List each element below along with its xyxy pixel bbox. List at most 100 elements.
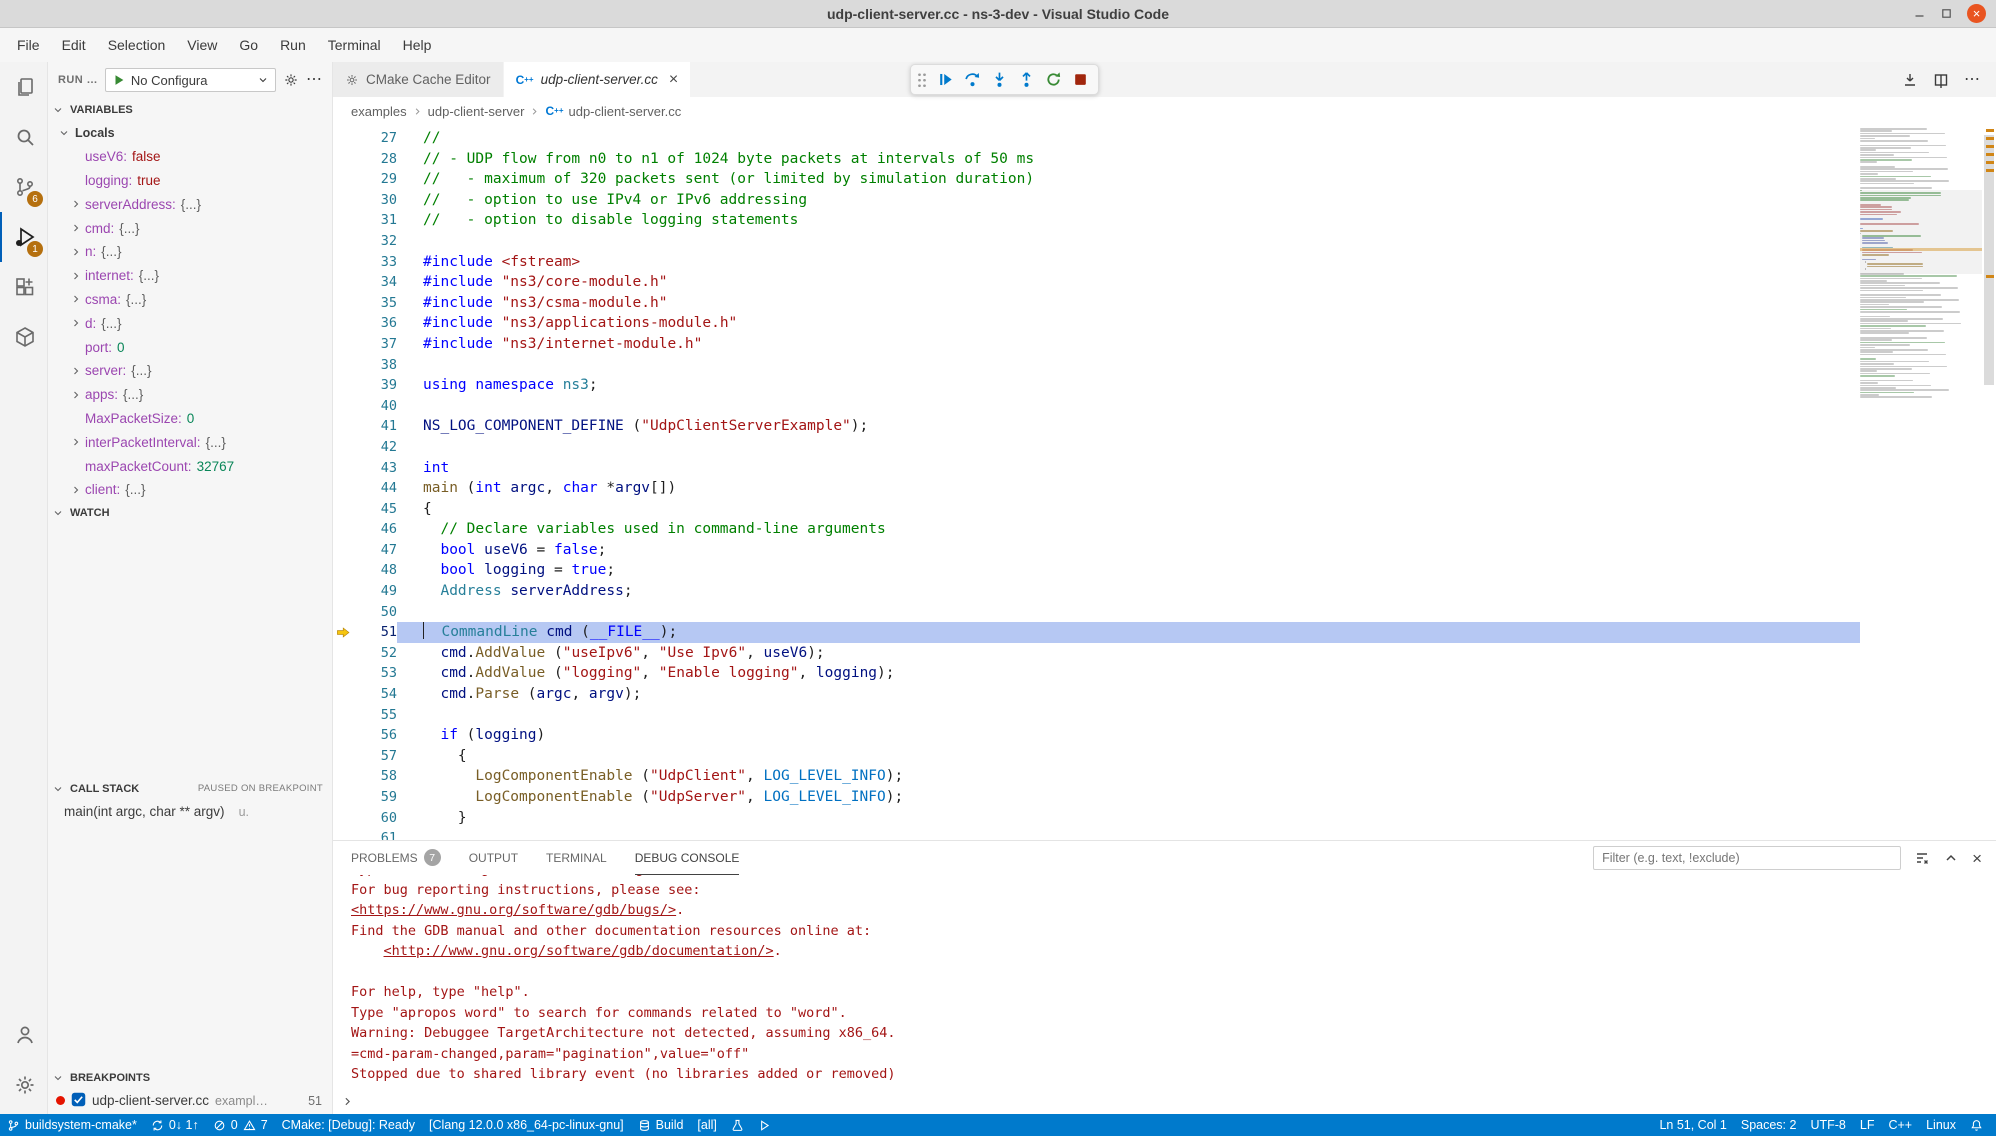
- line-number[interactable]: 39: [357, 375, 397, 396]
- gutter-glyph-margin[interactable]: [333, 560, 357, 581]
- gutter-glyph-margin[interactable]: [333, 478, 357, 499]
- line-number[interactable]: 52: [357, 643, 397, 664]
- tab-udp-client-server-cc[interactable]: C++udp-client-server.cc×: [504, 62, 692, 97]
- gutter-glyph-margin[interactable]: [333, 416, 357, 437]
- menu-item-terminal[interactable]: Terminal: [317, 28, 392, 62]
- panel-tab-debug-console[interactable]: DEBUG CONSOLE: [635, 841, 740, 875]
- close-icon[interactable]: ×: [1967, 4, 1986, 23]
- status-cmake-kit[interactable]: [Clang 12.0.0 x86_64-pc-linux-gnu]: [422, 1114, 631, 1136]
- code-line-34[interactable]: 34#include "ns3/core-module.h": [333, 272, 1860, 293]
- code-line-47[interactable]: 47 bool useV6 = false;: [333, 540, 1860, 561]
- line-number[interactable]: 56: [357, 725, 397, 746]
- status-cmake-build[interactable]: Build: [631, 1114, 691, 1136]
- more-actions-icon[interactable]: ⋯: [306, 72, 322, 88]
- code-line-35[interactable]: 35#include "ns3/csma-module.h": [333, 293, 1860, 314]
- gutter-glyph-margin[interactable]: [333, 458, 357, 479]
- menu-item-edit[interactable]: Edit: [51, 28, 97, 62]
- activity-bar-item-search[interactable]: [0, 112, 47, 162]
- variable-logging[interactable]: logging:true: [48, 169, 332, 193]
- clear-console-icon[interactable]: [1914, 850, 1930, 866]
- more-editor-actions-icon[interactable]: ⋯: [1964, 72, 1980, 88]
- code-line-44[interactable]: 44main (int argc, char *argv[]): [333, 478, 1860, 499]
- stack-frame[interactable]: main(int argc, char ** argv) u.: [48, 800, 332, 824]
- breadcrumb-item[interactable]: udp-client-server: [428, 104, 525, 119]
- status-cursor-position[interactable]: Ln 51, Col 1: [1652, 1114, 1733, 1136]
- gutter-glyph-margin[interactable]: [333, 746, 357, 767]
- split-editor-icon[interactable]: [1933, 72, 1949, 88]
- variables-scope-locals[interactable]: Locals: [48, 121, 332, 145]
- code-line-31[interactable]: 31// - option to disable logging stateme…: [333, 210, 1860, 231]
- code-line-51[interactable]: 51 CommandLine cmd (__FILE__);: [333, 622, 1860, 643]
- code-line-53[interactable]: 53 cmd.AddValue ("logging", "Enable logg…: [333, 663, 1860, 684]
- status-encoding[interactable]: UTF-8: [1803, 1114, 1852, 1136]
- gutter-glyph-margin[interactable]: [333, 519, 357, 540]
- line-number[interactable]: 50: [357, 602, 397, 623]
- code-line-54[interactable]: 54 cmd.Parse (argc, argv);: [333, 684, 1860, 705]
- step-into-button[interactable]: [987, 68, 1011, 92]
- line-number[interactable]: 41: [357, 416, 397, 437]
- toolbar-grip-handle[interactable]: [917, 72, 927, 88]
- code-line-39[interactable]: 39using namespace ns3;: [333, 375, 1860, 396]
- variable-interPacketInterval[interactable]: interPacketInterval:{...}: [48, 430, 332, 454]
- activity-bar-item-extensions[interactable]: [0, 262, 47, 312]
- variable-csma[interactable]: csma:{...}: [48, 288, 332, 312]
- line-number[interactable]: 29: [357, 169, 397, 190]
- variable-MaxPacketSize[interactable]: MaxPacketSize:0: [48, 407, 332, 431]
- gutter-glyph-margin[interactable]: [333, 808, 357, 829]
- line-number[interactable]: 57: [357, 746, 397, 767]
- scrollbar-thumb[interactable]: [1984, 135, 1994, 385]
- gutter-glyph-margin[interactable]: [333, 643, 357, 664]
- gutter-glyph-margin[interactable]: [333, 766, 357, 787]
- gutter-glyph-margin[interactable]: [333, 787, 357, 808]
- code-line-58[interactable]: 58 LogComponentEnable ("UdpClient", LOG_…: [333, 766, 1860, 787]
- line-number[interactable]: 59: [357, 787, 397, 808]
- gutter-glyph-margin[interactable]: [333, 540, 357, 561]
- status-eol[interactable]: LF: [1853, 1114, 1882, 1136]
- activity-bar-item-explorer[interactable]: [0, 62, 47, 112]
- code-line-30[interactable]: 30// - option to use IPv4 or IPv6 addres…: [333, 190, 1860, 211]
- line-number[interactable]: 55: [357, 705, 397, 726]
- code-line-37[interactable]: 37#include "ns3/internet-module.h": [333, 334, 1860, 355]
- step-out-button[interactable]: [1014, 68, 1038, 92]
- gutter-glyph-margin[interactable]: [333, 437, 357, 458]
- code-line-61[interactable]: 61: [333, 828, 1860, 840]
- line-number[interactable]: 38: [357, 355, 397, 376]
- variable-client[interactable]: client:{...}: [48, 478, 332, 502]
- code-line-55[interactable]: 55: [333, 705, 1860, 726]
- status-git-sync[interactable]: 0↓ 1↑: [144, 1114, 206, 1136]
- line-number[interactable]: 36: [357, 313, 397, 334]
- variable-serverAddress[interactable]: serverAddress:{...}: [48, 192, 332, 216]
- code-line-43[interactable]: 43int: [333, 458, 1860, 479]
- variable-apps[interactable]: apps:{...}: [48, 383, 332, 407]
- menu-item-go[interactable]: Go: [228, 28, 269, 62]
- callstack-section-header[interactable]: CALL STACK PAUSED ON BREAKPOINT: [48, 777, 332, 800]
- gutter-glyph-margin[interactable]: [333, 149, 357, 170]
- code-line-57[interactable]: 57 {: [333, 746, 1860, 767]
- line-number[interactable]: 43: [357, 458, 397, 479]
- line-number[interactable]: 51: [357, 622, 397, 643]
- tab-cmake-cache-editor[interactable]: CMake Cache Editor: [333, 62, 504, 97]
- gutter-glyph-margin[interactable]: [333, 272, 357, 293]
- variable-internet[interactable]: internet:{...}: [48, 264, 332, 288]
- breakpoint-checkbox[interactable]: [71, 1092, 86, 1110]
- debug-config-dropdown[interactable]: No Configura: [105, 68, 276, 92]
- activity-bar-item-settings[interactable]: [0, 1060, 47, 1110]
- line-number[interactable]: 42: [357, 437, 397, 458]
- gutter-glyph-margin[interactable]: [333, 252, 357, 273]
- code-line-27[interactable]: 27//: [333, 128, 1860, 149]
- line-number[interactable]: 46: [357, 519, 397, 540]
- line-number[interactable]: 49: [357, 581, 397, 602]
- status-os[interactable]: Linux: [1919, 1114, 1963, 1136]
- gutter-glyph-margin[interactable]: [333, 499, 357, 520]
- line-number[interactable]: 60: [357, 808, 397, 829]
- line-number[interactable]: 53: [357, 663, 397, 684]
- step-over-button[interactable]: [960, 68, 984, 92]
- code-line-52[interactable]: 52 cmd.AddValue ("useIpv6", "Use Ipv6", …: [333, 643, 1860, 664]
- line-number[interactable]: 44: [357, 478, 397, 499]
- gutter-glyph-margin[interactable]: [333, 828, 357, 840]
- code-line-48[interactable]: 48 bool logging = true;: [333, 560, 1860, 581]
- code-line-41[interactable]: 41NS_LOG_COMPONENT_DEFINE ("UdpClientSer…: [333, 416, 1860, 437]
- continue-button[interactable]: [933, 68, 957, 92]
- code-line-59[interactable]: 59 LogComponentEnable ("UdpServer", LOG_…: [333, 787, 1860, 808]
- watch-section-header[interactable]: WATCH: [48, 502, 332, 525]
